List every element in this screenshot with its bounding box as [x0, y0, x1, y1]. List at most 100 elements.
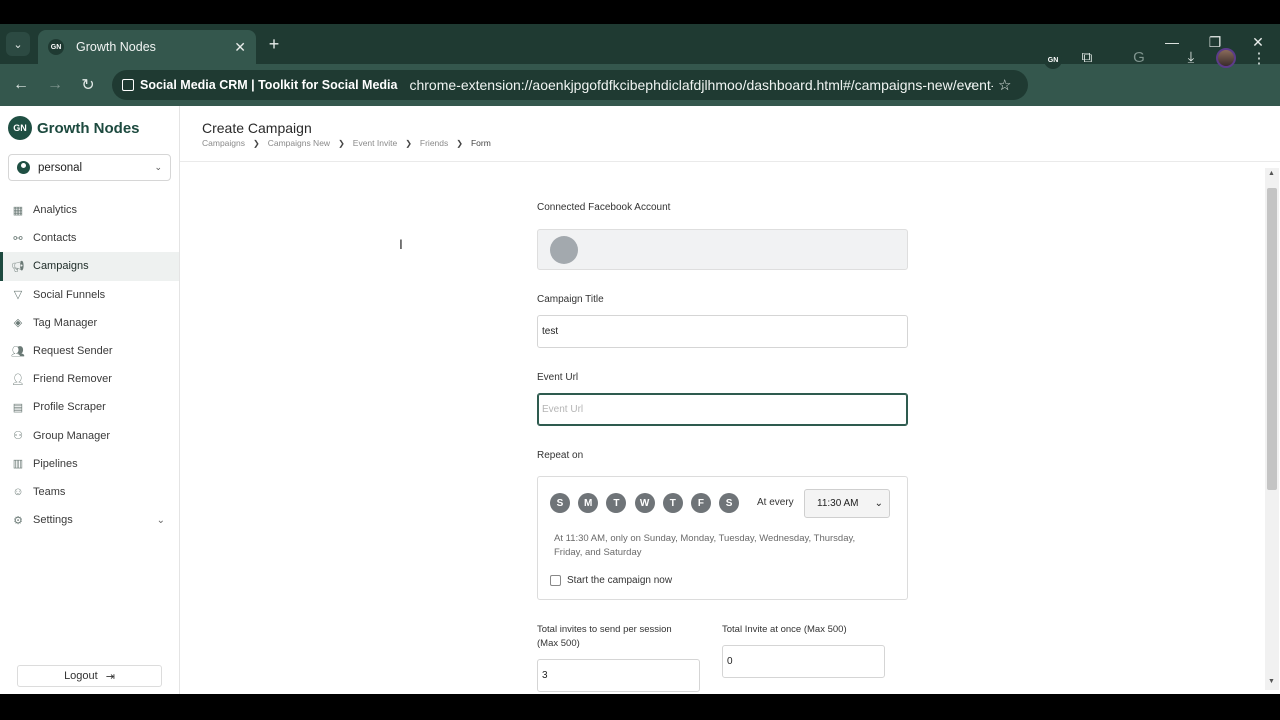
user-remove-icon: 👤︎	[11, 373, 25, 386]
logout-icon: ⇥	[105, 670, 115, 683]
event-url-label: Event Url	[537, 372, 579, 383]
tab-title: Growth Nodes	[76, 40, 156, 54]
site-info-chip[interactable]: Social Media CRM | Toolkit for Social Me…	[122, 78, 409, 92]
logout-button[interactable]: Logout ⇥	[17, 665, 162, 687]
sidebar-item-label: Group Manager	[33, 429, 111, 442]
sidebar-item-request-sender[interactable]: 👥︎ Request Sender	[0, 337, 179, 365]
account-label: personal	[38, 161, 83, 174]
day-tuesday-chip[interactable]: T	[606, 493, 627, 513]
campaign-title-label: Campaign Title	[537, 294, 604, 305]
chevron-right-icon: ❯	[405, 138, 412, 148]
sidebar-item-label: Pipelines	[33, 457, 78, 470]
page-header: Create Campaign Campaigns ❯ Campaigns Ne…	[180, 106, 1280, 162]
funnel-icon: ▽	[13, 289, 23, 302]
zoom-search-icon[interactable]: ⌕	[967, 76, 975, 93]
breadcrumb-friends[interactable]: Friends	[420, 138, 448, 148]
address-bar[interactable]: Social Media CRM | Toolkit for Social Me…	[112, 70, 1028, 100]
forward-arrow-icon[interactable]: →	[44, 74, 66, 96]
time-select[interactable]: 11:30 AM ⌄	[804, 489, 890, 518]
sidebar-item-label: Profile Scraper	[33, 401, 106, 414]
day-monday-chip[interactable]: M	[578, 493, 599, 513]
sidebar-item-label: Teams	[33, 485, 66, 498]
main-scrollbar[interactable]: ▲ ▼	[1265, 168, 1279, 690]
users-icon: 👥︎	[11, 345, 25, 358]
sidebar-item-contacts[interactable]: ⚯ Contacts	[0, 224, 179, 252]
start-now-label: Start the campaign now	[567, 575, 673, 586]
text-cursor-icon: I	[399, 236, 403, 252]
url-text[interactable]: chrome-extension://aoenkjpgofdfkcibephdi…	[409, 77, 993, 93]
scroll-up-arrow-icon[interactable]: ▲	[1268, 170, 1275, 177]
start-now-option[interactable]: Start the campaign now	[550, 575, 672, 586]
bookmark-star-icon[interactable]: ☆	[998, 76, 1011, 94]
site-chip-label: Social Media CRM | Toolkit for Social Me…	[140, 78, 398, 92]
breadcrumb-form: Form	[470, 138, 491, 148]
campaign-form: Connected Facebook Account Campaign Titl…	[180, 163, 1265, 694]
reload-icon[interactable]: ↻	[77, 74, 99, 96]
day-saturday-chip[interactable]: S	[719, 493, 740, 513]
sidebar-item-friend-remover[interactable]: 👤︎ Friend Remover	[0, 365, 179, 393]
sidebar-item-analytics[interactable]: ▦ Analytics	[0, 196, 179, 224]
sidebar-item-teams[interactable]: ☺ Teams	[0, 478, 179, 506]
analytics-icon: ▦	[12, 204, 24, 217]
sidebar-nav: ▦ Analytics ⚯ Contacts 📢︎ Campaigns ▽ So…	[0, 196, 179, 534]
sidebar-item-label: Campaigns	[33, 260, 89, 273]
sidebar: GN Growth Nodes personal ⌄ ▦ Analytics ⚯…	[0, 106, 180, 694]
schedule-summary: At 11:30 AM, only on Sunday, Monday, Tue…	[554, 533, 856, 558]
scroll-thumb[interactable]	[1267, 188, 1277, 490]
sidebar-item-tag-manager[interactable]: ◈ Tag Manager	[0, 309, 179, 337]
breadcrumb-campaigns-new[interactable]: Campaigns New	[268, 138, 330, 148]
browser-tab[interactable]: GN Growth Nodes ✕	[38, 30, 256, 64]
browser-menu-icon[interactable]: ⋮	[1248, 49, 1270, 67]
back-arrow-icon[interactable]: ←	[10, 74, 32, 96]
sidebar-item-social-funnels[interactable]: ▽ Social Funnels	[0, 281, 179, 309]
day-thursday-chip[interactable]: T	[662, 493, 683, 513]
event-url-input[interactable]	[537, 393, 908, 426]
breadcrumb: Campaigns ❯ Campaigns New ❯ Event Invite…	[202, 138, 491, 148]
sidebar-item-label: Social Funnels	[33, 288, 106, 301]
sidebar-item-profile-scraper[interactable]: ▤ Profile Scraper	[0, 393, 179, 421]
start-now-checkbox[interactable]	[550, 575, 561, 586]
close-tab-icon[interactable]: ✕	[234, 39, 246, 56]
day-wednesday-chip[interactable]: W	[634, 493, 655, 513]
minimize-icon[interactable]: —	[1162, 34, 1182, 50]
main-content: Create Campaign Campaigns ❯ Campaigns Ne…	[180, 106, 1280, 694]
connected-account-box[interactable]	[537, 229, 908, 270]
brand[interactable]: GN Growth Nodes	[8, 116, 140, 140]
chevron-right-icon: ❯	[338, 138, 345, 148]
sidebar-item-pipelines[interactable]: ▥ Pipelines	[0, 450, 179, 478]
chevron-down-icon: ⌄	[874, 498, 883, 509]
day-sunday-chip[interactable]: S	[550, 493, 570, 513]
campaign-title-input[interactable]	[537, 315, 908, 348]
sidebar-item-settings[interactable]: ⚙ Settings ⌄	[0, 506, 179, 534]
chevron-right-icon: ❯	[253, 138, 260, 148]
team-icon: ☺	[12, 485, 24, 498]
growth-nodes-extension-icon[interactable]: GN	[1044, 51, 1062, 69]
group-icon: ⚇	[13, 430, 23, 443]
sidebar-item-label: Settings	[33, 514, 73, 527]
repeat-schedule-box: S M T W T F S At every 11:30 AM ⌄ At 11:…	[537, 476, 908, 600]
sidebar-item-label: Analytics	[33, 204, 78, 217]
chevron-down-icon[interactable]: ⌄	[157, 515, 165, 526]
repeat-on-label: Repeat on	[537, 450, 584, 461]
invites-per-session-label: Total invites to send per session (Max 5…	[537, 624, 672, 649]
sidebar-item-group-manager[interactable]: ⚇ Group Manager	[0, 422, 179, 450]
extensions-puzzle-icon[interactable]: ⧉	[1076, 49, 1098, 66]
browser-toolbar: ← → ↻ Social Media CRM | Toolkit for Soc…	[0, 64, 1280, 106]
invites-per-session-input[interactable]: 3	[537, 659, 700, 692]
user-circle-icon	[17, 161, 30, 174]
account-select[interactable]: personal ⌄	[8, 154, 171, 181]
profile-avatar[interactable]	[1216, 48, 1236, 68]
tab-search-button[interactable]: ⌄	[6, 32, 30, 56]
breadcrumb-campaigns[interactable]: Campaigns	[202, 138, 245, 148]
scroll-down-arrow-icon[interactable]: ▼	[1268, 678, 1275, 685]
contacts-icon: ⚯	[13, 232, 23, 245]
sidebar-item-label: Contacts	[33, 232, 77, 245]
new-tab-button[interactable]: +	[264, 32, 284, 56]
chevron-down-icon: ⌄	[154, 162, 162, 172]
sidebar-item-campaigns[interactable]: 📢︎ Campaigns	[0, 252, 179, 281]
breadcrumb-event-invite[interactable]: Event Invite	[353, 138, 397, 148]
day-friday-chip[interactable]: F	[690, 493, 711, 513]
invite-at-once-input[interactable]: 0	[722, 645, 885, 678]
google-extension-icon[interactable]: G	[1128, 49, 1150, 66]
download-icon[interactable]: ⤓	[1180, 49, 1202, 66]
